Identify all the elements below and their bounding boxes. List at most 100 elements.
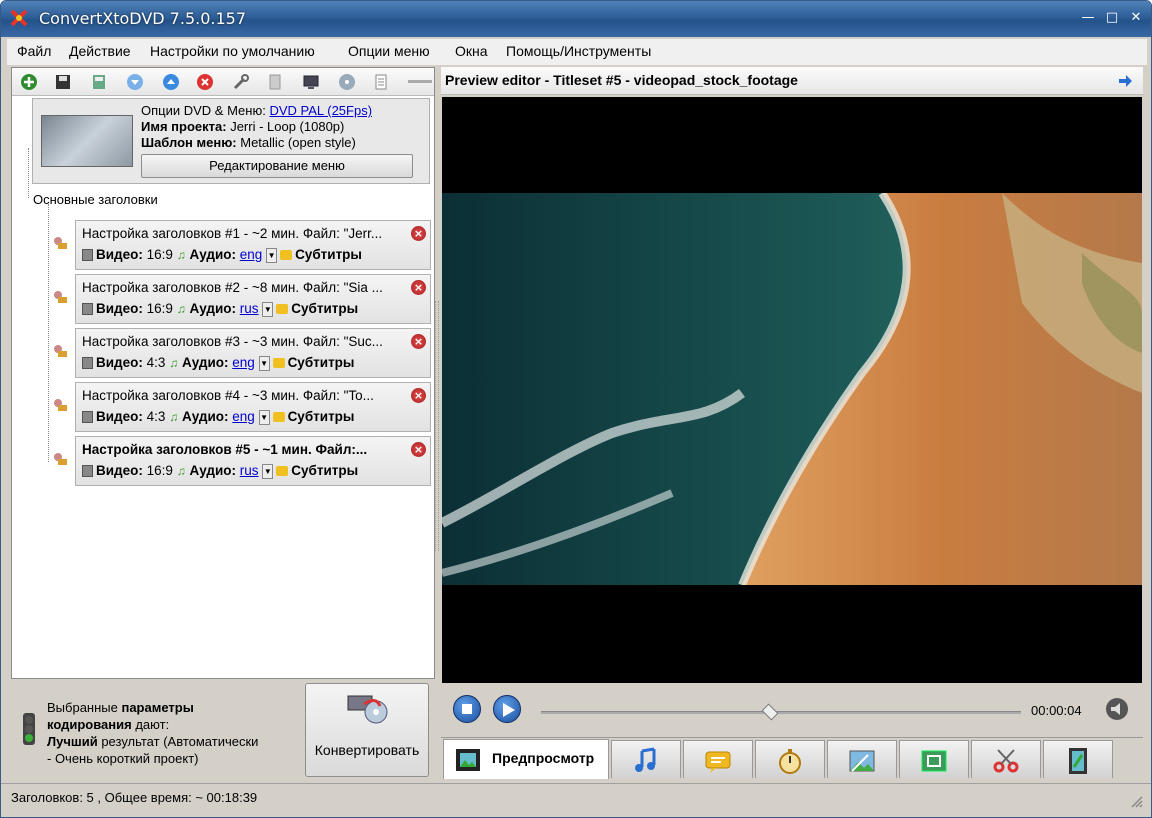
delete-title-icon[interactable]: × bbox=[411, 280, 426, 295]
main-titles-label: Основные заголовки bbox=[33, 192, 158, 207]
aspect-value: 16:9 bbox=[146, 301, 173, 316]
encoding-text: Выбранные bbox=[47, 700, 122, 715]
audio-dropdown[interactable]: ▼ bbox=[262, 463, 274, 479]
crop-icon bbox=[921, 750, 947, 772]
menu-action[interactable]: Действие bbox=[69, 43, 131, 59]
delete-title-icon[interactable]: × bbox=[411, 334, 426, 349]
film-merge-icon bbox=[1069, 748, 1087, 774]
maximize-button[interactable]: □ bbox=[1101, 9, 1123, 27]
tab-audio[interactable] bbox=[611, 740, 681, 778]
preview-editor-pane: Preview editor - Titleset #5 - videopad_… bbox=[441, 67, 1143, 781]
video-label: Видео: bbox=[96, 355, 143, 370]
monitor-icon[interactable] bbox=[302, 73, 320, 91]
delete-title-icon[interactable]: × bbox=[411, 442, 426, 457]
subtitles-label[interactable]: Субтитры bbox=[291, 463, 358, 478]
tab-cut[interactable] bbox=[971, 740, 1041, 778]
menu-windows[interactable]: Окна bbox=[455, 43, 488, 59]
volume-icon[interactable] bbox=[1105, 697, 1129, 721]
tab-preview[interactable]: Предпросмотр bbox=[443, 739, 609, 779]
audio-language-link[interactable]: eng bbox=[240, 247, 263, 262]
encoding-text: кодирования bbox=[47, 717, 132, 732]
delete-title-icon[interactable]: × bbox=[411, 388, 426, 403]
title-node-icon bbox=[54, 399, 67, 411]
document-icon[interactable] bbox=[266, 73, 284, 91]
audio-dropdown[interactable]: ▼ bbox=[266, 247, 278, 263]
video-icon bbox=[82, 303, 93, 316]
film-settings-icon[interactable] bbox=[90, 73, 108, 91]
video-icon bbox=[82, 465, 93, 478]
arrow-right-icon[interactable] bbox=[1117, 73, 1133, 89]
move-up-icon[interactable] bbox=[162, 73, 180, 91]
disc-icon[interactable] bbox=[338, 73, 356, 91]
tab-image-effects[interactable] bbox=[827, 740, 897, 778]
title-props: Видео: 16:9 ♫ Аудио: rus ▼ Субтитры bbox=[82, 301, 358, 317]
audio-language-link[interactable]: rus bbox=[240, 301, 259, 316]
status-text: Заголовков: 5 , Общее время: ~ 00:18:39 bbox=[11, 790, 258, 805]
encoding-text: Лучший bbox=[47, 734, 98, 749]
audio-language-link[interactable]: eng bbox=[232, 355, 255, 370]
menu-template-value: Metallic (open style) bbox=[240, 135, 356, 150]
tab-chapters[interactable] bbox=[755, 740, 825, 778]
audio-icon: ♫ bbox=[169, 410, 179, 424]
seek-thumb[interactable] bbox=[761, 703, 779, 721]
video-label: Видео: bbox=[96, 247, 143, 262]
minimize-button[interactable]: — bbox=[1077, 9, 1099, 27]
audio-language-link[interactable]: rus bbox=[240, 463, 259, 478]
audio-dropdown[interactable]: ▼ bbox=[262, 301, 274, 317]
dvd-format-link[interactable]: DVD PAL (25Fps) bbox=[269, 103, 372, 118]
encoding-text: дают: bbox=[131, 717, 170, 732]
save-icon[interactable] bbox=[54, 73, 72, 91]
menu-defaults[interactable]: Настройки по умолчанию bbox=[150, 43, 315, 59]
project-tree-pane: Опции DVD & Меню: DVD PAL (25Fps) Имя пр… bbox=[11, 67, 435, 679]
menu-help-tools[interactable]: Помощь/Инструменты bbox=[506, 43, 651, 59]
convert-button[interactable]: Конвертировать bbox=[305, 683, 429, 777]
close-button[interactable]: ✕ bbox=[1125, 9, 1147, 27]
audio-label: Аудио: bbox=[189, 247, 236, 262]
title-node-icon bbox=[54, 453, 67, 465]
title-card-3[interactable]: Настройка заголовков #3 - ~3 мин. Файл: … bbox=[75, 328, 431, 378]
delete-title-icon[interactable]: × bbox=[411, 226, 426, 241]
tools-icon[interactable] bbox=[232, 73, 250, 91]
title-card-1[interactable]: Настройка заголовков #1 - ~2 мин. Файл: … bbox=[75, 220, 431, 270]
audio-icon: ♫ bbox=[169, 356, 179, 370]
audio-icon: ♫ bbox=[176, 248, 186, 262]
audio-icon: ♫ bbox=[176, 464, 186, 478]
subtitles-label[interactable]: Субтитры bbox=[295, 247, 362, 262]
edit-menu-button[interactable]: Редактирование меню bbox=[141, 154, 413, 178]
audio-dropdown[interactable]: ▼ bbox=[258, 409, 270, 425]
resize-grip-icon[interactable] bbox=[1129, 794, 1143, 808]
title-card-4[interactable]: Настройка заголовков #4 - ~3 мин. Файл: … bbox=[75, 382, 431, 432]
tree-line bbox=[48, 204, 49, 462]
menu-bar: Файл Действие Настройки по умолчанию Опц… bbox=[7, 39, 1147, 65]
audio-dropdown[interactable]: ▼ bbox=[258, 355, 270, 371]
stop-button[interactable] bbox=[453, 695, 481, 723]
subtitles-label[interactable]: Субтитры bbox=[288, 355, 355, 370]
title-card-2[interactable]: Настройка заголовков #2 - ~8 мин. Файл: … bbox=[75, 274, 431, 324]
video-preview[interactable] bbox=[442, 97, 1142, 683]
menu-menu-options[interactable]: Опции меню bbox=[348, 43, 430, 59]
playback-controls: 00:00:04 bbox=[441, 685, 1143, 735]
menu-thumbnail[interactable] bbox=[41, 115, 133, 167]
video-icon bbox=[82, 249, 93, 262]
tab-merge[interactable] bbox=[1043, 740, 1113, 778]
splitter[interactable] bbox=[435, 301, 439, 551]
notes-icon[interactable] bbox=[372, 73, 390, 91]
audio-language-link[interactable]: eng bbox=[232, 409, 255, 424]
title-header: Настройка заголовков #2 - ~8 мин. Файл: … bbox=[82, 280, 383, 295]
subtitles-label[interactable]: Субтитры bbox=[288, 409, 355, 424]
subtitles-icon bbox=[276, 466, 289, 477]
dvd-options-label: Опции DVD & Меню: bbox=[141, 103, 266, 118]
tab-subtitles[interactable] bbox=[683, 740, 753, 778]
menu-file[interactable]: Файл bbox=[17, 43, 51, 59]
project-name-value: Jerri - Loop (1080p) bbox=[230, 119, 345, 134]
add-icon[interactable] bbox=[20, 73, 38, 91]
tab-crop[interactable] bbox=[899, 740, 969, 778]
play-button[interactable] bbox=[493, 695, 521, 723]
subtitles-label[interactable]: Субтитры bbox=[291, 301, 358, 316]
title-card-5[interactable]: Настройка заголовков #5 - ~1 мин. Файл:.… bbox=[75, 436, 431, 486]
remove-icon[interactable] bbox=[196, 73, 214, 91]
video-icon bbox=[82, 357, 93, 370]
seek-bar[interactable] bbox=[541, 703, 1021, 721]
subtitles-icon bbox=[272, 358, 285, 369]
move-down-icon[interactable] bbox=[126, 73, 144, 91]
